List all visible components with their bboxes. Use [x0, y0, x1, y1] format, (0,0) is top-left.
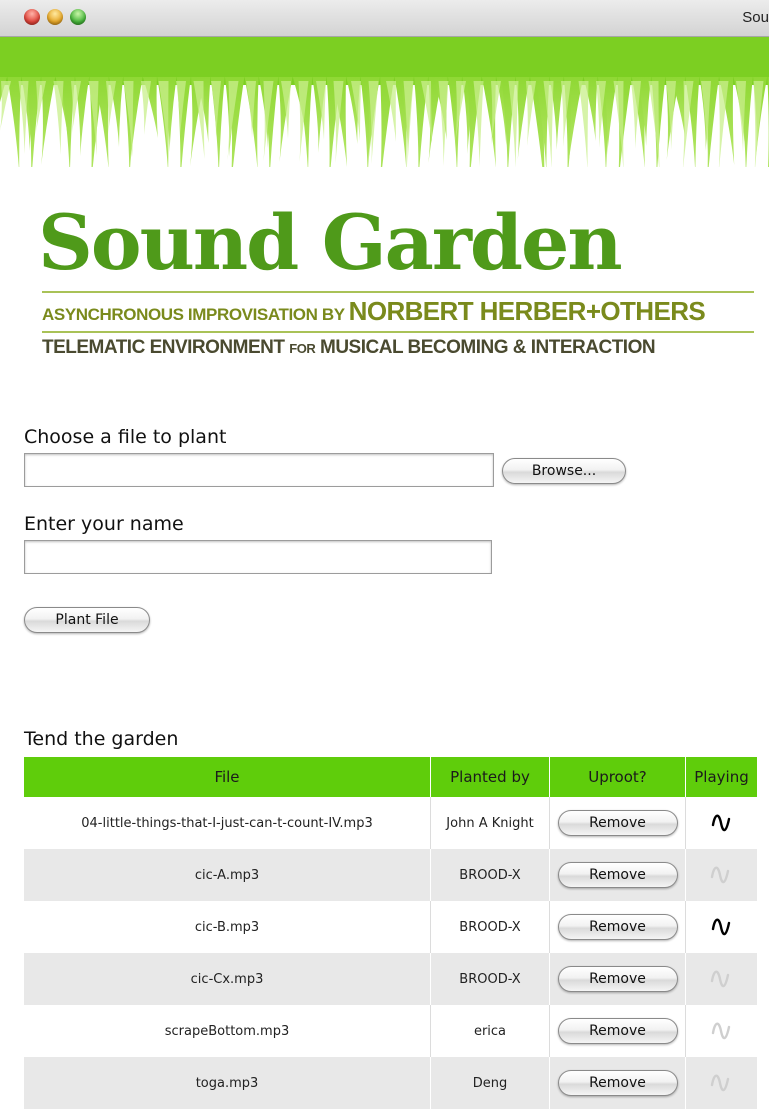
planted-by-cell: Deng: [430, 1057, 550, 1109]
table-row: cic-A.mp3 BROOD-X Remove: [24, 849, 758, 901]
logo-subtitle-1-text: ASYNCHRONOUS IMPROVISATION: [42, 305, 318, 324]
grass-blade: [648, 81, 660, 167]
logo-subtitle-2-rest: MUSICAL BECOMING & INTERACTION: [320, 337, 656, 358]
planted-by-cell: BROOD-X: [430, 849, 550, 901]
window-titlebar: Sou: [0, 0, 769, 37]
file-cell: 04-little-things-that-I-just-can-t-count…: [24, 797, 431, 849]
logo-subtitle-1-by: BY: [321, 305, 345, 324]
browse-button[interactable]: Browse...: [502, 458, 626, 484]
playing-cell: [685, 1057, 758, 1109]
waveform-faded-icon: [711, 866, 730, 884]
file-input[interactable]: [24, 453, 494, 487]
uproot-cell: Remove: [549, 1057, 686, 1109]
grass-banner-image: [0, 37, 769, 167]
waveform-icon: [711, 918, 730, 936]
table-header-row: File Planted by Uproot? Playing: [24, 757, 757, 797]
grass-blade: [578, 81, 589, 167]
file-cell: toga.mp3: [24, 1057, 431, 1109]
planted-by-cell: BROOD-X: [430, 953, 550, 1005]
column-header-uproot: Uproot?: [549, 757, 686, 797]
playing-cell: [685, 797, 757, 849]
playing-cell: [685, 901, 757, 953]
waveform-faded-icon: [711, 970, 730, 988]
file-label: Choose a file to plant: [24, 426, 227, 448]
planted-by-cell: BROOD-X: [430, 901, 550, 953]
remove-button[interactable]: Remove: [557, 1070, 678, 1096]
file-cell: cic-B.mp3: [24, 901, 431, 953]
column-header-playing: Playing: [685, 757, 757, 797]
remove-button[interactable]: Remove: [557, 966, 678, 992]
name-label: Enter your name: [24, 513, 184, 535]
close-window-button[interactable]: [24, 9, 40, 25]
table-row: 04-little-things-that-I-just-can-t-count…: [24, 797, 757, 849]
logo-title: Sound Garden: [38, 198, 623, 287]
logo-subtitle-1: ASYNCHRONOUS IMPROVISATION BY NORBERT HE…: [42, 296, 706, 327]
remove-button[interactable]: Remove: [557, 862, 678, 888]
grass-blade: [526, 81, 536, 146]
file-cell: cic-A.mp3: [24, 849, 431, 901]
playing-cell: [685, 1005, 757, 1057]
waveform-icon: [711, 814, 730, 832]
remove-button[interactable]: Remove: [557, 810, 678, 836]
garden-table: File Planted by Uproot? Playing 04-littl…: [24, 757, 758, 1109]
uproot-cell: Remove: [549, 849, 686, 901]
logo-subtitle-2-text: TELEMATIC ENVIRONMENT: [42, 337, 285, 358]
grass-blade: [666, 81, 676, 150]
logo-divider-2: [42, 331, 754, 333]
garden-heading: Tend the garden: [24, 728, 179, 750]
waveform-faded-icon: [711, 1074, 730, 1092]
plant-file-button[interactable]: Plant File: [24, 607, 150, 633]
planted-by-cell: John A Knight: [430, 797, 550, 849]
uproot-cell: Remove: [549, 901, 686, 953]
grass-blade: [438, 81, 449, 166]
uproot-cell: Remove: [549, 797, 686, 849]
table-row: scrapeBottom.mp3 erica Remove: [24, 1005, 757, 1057]
uproot-cell: Remove: [549, 953, 686, 1005]
logo-subtitle-1-authors: NORBERT HERBER+OTHERS: [348, 296, 706, 326]
planted-by-cell: erica: [430, 1005, 550, 1057]
waveform-faded-icon: [711, 1022, 730, 1040]
sound-garden-logo: Sound Garden ASYNCHRONOUS IMPROVISATION …: [38, 195, 758, 365]
minimize-window-button[interactable]: [47, 9, 63, 25]
playing-cell: [685, 849, 758, 901]
remove-button[interactable]: Remove: [557, 914, 678, 940]
uproot-cell: Remove: [549, 1005, 686, 1057]
file-cell: scrapeBottom.mp3: [24, 1005, 431, 1057]
table-row: cic-Cx.mp3 BROOD-X Remove: [24, 953, 758, 1005]
file-cell: cic-Cx.mp3: [24, 953, 431, 1005]
table-row: toga.mp3 Deng Remove: [24, 1057, 758, 1109]
zoom-window-button[interactable]: [70, 9, 86, 25]
column-header-planted-by: Planted by: [430, 757, 550, 797]
grass-blade: [18, 81, 29, 154]
grass-blade: [141, 81, 151, 135]
table-row: cic-B.mp3 BROOD-X Remove: [24, 901, 757, 953]
remove-button[interactable]: Remove: [557, 1018, 678, 1044]
grass-blade: [53, 81, 64, 155]
column-header-file: File: [24, 757, 431, 797]
grass-blade: [7, 77, 22, 167]
logo-subtitle-2: TELEMATIC ENVIRONMENT FOR MUSICAL BECOMI…: [42, 337, 656, 359]
grass-blade: [753, 81, 764, 167]
window-title: Sou: [742, 9, 769, 26]
name-input[interactable]: [24, 540, 492, 574]
grass-blade: [613, 81, 624, 167]
playing-cell: [685, 953, 758, 1005]
logo-divider: [42, 291, 754, 293]
logo-subtitle-2-for: FOR: [289, 341, 316, 356]
